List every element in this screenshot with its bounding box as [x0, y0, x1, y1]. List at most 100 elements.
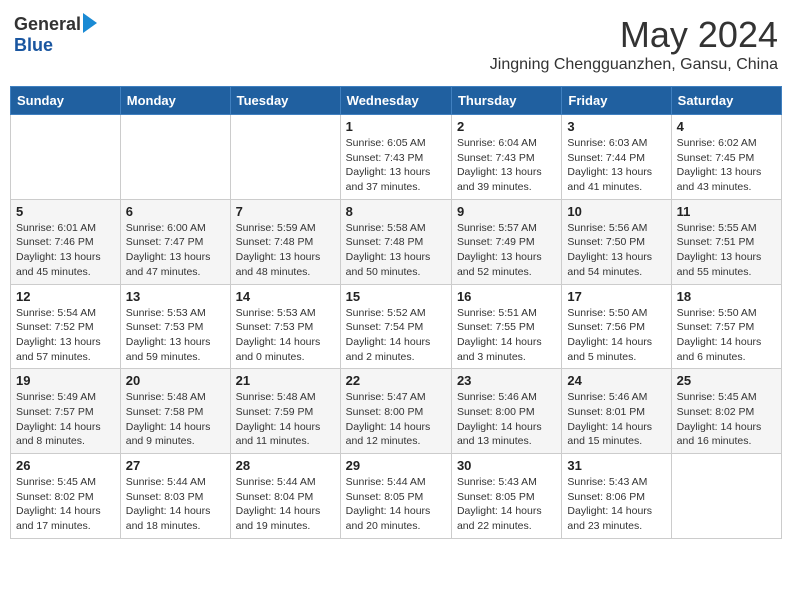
day-number: 18 — [677, 289, 776, 304]
day-number: 3 — [567, 119, 665, 134]
calendar-cell: 9Sunrise: 5:57 AMSunset: 7:49 PMDaylight… — [451, 199, 561, 284]
calendar-cell: 6 Sunrise: 6:00 AMSunset: 7:47 PMDaylight… — [120, 199, 230, 284]
day-info: Sunrise: 5:48 AMSunset: 7:59 PMDaylight:… — [236, 390, 335, 449]
day-number: 17 — [567, 289, 665, 304]
day-info: Sunrise: 5:51 AMSunset: 7:55 PMDaylight:… — [457, 306, 556, 365]
day-number: 2 — [457, 119, 556, 134]
calendar-cell — [11, 115, 121, 200]
weekday-header: Sunday — [11, 87, 121, 115]
calendar-cell: 20Sunrise: 5:48 AMSunset: 7:58 PMDayligh… — [120, 369, 230, 454]
day-number: 24 — [567, 373, 665, 388]
calendar-cell: 1 Sunrise: 6:05 AMSunset: 7:43 PMDaylight… — [340, 115, 451, 200]
calendar-cell — [120, 115, 230, 200]
day-info: Sunrise: 5:44 AMSunset: 8:03 PMDaylight:… — [126, 475, 225, 534]
day-number: 28 — [236, 458, 335, 473]
weekday-header-row: SundayMondayTuesdayWednesdayThursdayFrid… — [11, 87, 782, 115]
calendar-cell: 21 Sunrise: 5:48 AMSunset: 7:59 PMDayligh… — [230, 369, 340, 454]
day-info: Sunrise: 5:44 AMSunset: 8:04 PMDaylight:… — [236, 475, 335, 534]
day-info: Sunrise: 5:52 AMSunset: 7:54 PMDaylight:… — [346, 306, 446, 365]
day-number: 27 — [126, 458, 225, 473]
day-number: 13 — [126, 289, 225, 304]
calendar-cell: 5 Sunrise: 6:01 AMSunset: 7:46 PMDaylight… — [11, 199, 121, 284]
day-info: Sunrise: 5:50 AMSunset: 7:57 PMDaylight:… — [677, 306, 776, 365]
day-info: Sunrise: 5:53 AMSunset: 7:53 PMDaylight:… — [126, 306, 225, 365]
day-info: Sunrise: 6:01 AMSunset: 7:46 PMDaylight:… — [16, 221, 115, 280]
logo-blue-text: Blue — [14, 35, 53, 56]
day-info: Sunrise: 5:54 AMSunset: 7:52 PMDaylight:… — [16, 306, 115, 365]
day-number: 29 — [346, 458, 446, 473]
calendar-cell: 19 Sunrise: 5:49 AMSunset: 7:57 PMDayligh… — [11, 369, 121, 454]
day-number: 1 — [346, 119, 446, 134]
day-number: 7 — [236, 204, 335, 219]
calendar-cell: 26Sunrise: 5:45 AMSunset: 8:02 PMDayligh… — [11, 454, 121, 539]
day-info: Sunrise: 5:57 AMSunset: 7:49 PMDaylight:… — [457, 221, 556, 280]
day-info: Sunrise: 5:45 AMSunset: 8:02 PMDaylight:… — [16, 475, 115, 534]
day-number: 15 — [346, 289, 446, 304]
calendar-cell: 17 Sunrise: 5:50 AMSunset: 7:56 PMDayligh… — [562, 284, 671, 369]
weekday-header: Wednesday — [340, 87, 451, 115]
day-number: 20 — [126, 373, 225, 388]
calendar-cell: 24 Sunrise: 5:46 AMSunset: 8:01 PMDayligh… — [562, 369, 671, 454]
calendar-cell — [230, 115, 340, 200]
day-info: Sunrise: 5:45 AMSunset: 8:02 PMDaylight:… — [677, 390, 776, 449]
calendar-cell: 4 Sunrise: 6:02 AMSunset: 7:45 PMDaylight… — [671, 115, 781, 200]
logo: General Blue — [14, 14, 97, 56]
day-number: 11 — [677, 204, 776, 219]
calendar-cell: 22 Sunrise: 5:47 AMSunset: 8:00 PMDayligh… — [340, 369, 451, 454]
calendar-week-row: 12 Sunrise: 5:54 AMSunset: 7:52 PMDayligh… — [11, 284, 782, 369]
calendar-cell: 23Sunrise: 5:46 AMSunset: 8:00 PMDayligh… — [451, 369, 561, 454]
weekday-header: Saturday — [671, 87, 781, 115]
day-info: Sunrise: 6:02 AMSunset: 7:45 PMDaylight:… — [677, 136, 776, 195]
location-subtitle: Jingning Chengguanzhen, Gansu, China — [490, 56, 778, 74]
day-info: Sunrise: 5:58 AMSunset: 7:48 PMDaylight:… — [346, 221, 446, 280]
day-number: 30 — [457, 458, 556, 473]
day-number: 4 — [677, 119, 776, 134]
day-info: Sunrise: 5:55 AMSunset: 7:51 PMDaylight:… — [677, 221, 776, 280]
day-number: 10 — [567, 204, 665, 219]
day-info: Sunrise: 6:00 AMSunset: 7:47 PMDaylight:… — [126, 221, 225, 280]
day-info: Sunrise: 5:43 AMSunset: 8:06 PMDaylight:… — [567, 475, 665, 534]
month-title: May 2024 — [490, 14, 778, 56]
calendar-cell: 15 Sunrise: 5:52 AMSunset: 7:54 PMDayligh… — [340, 284, 451, 369]
day-number: 8 — [346, 204, 446, 219]
weekday-header: Monday — [120, 87, 230, 115]
calendar-cell: 8 Sunrise: 5:58 AMSunset: 7:48 PMDaylight… — [340, 199, 451, 284]
calendar-cell: 28 Sunrise: 5:44 AMSunset: 8:04 PMDayligh… — [230, 454, 340, 539]
day-number: 14 — [236, 289, 335, 304]
day-number: 5 — [16, 204, 115, 219]
day-info: Sunrise: 5:46 AMSunset: 8:01 PMDaylight:… — [567, 390, 665, 449]
logo-arrow-icon — [83, 13, 97, 33]
day-info: Sunrise: 6:05 AMSunset: 7:43 PMDaylight:… — [346, 136, 446, 195]
weekday-header: Thursday — [451, 87, 561, 115]
day-info: Sunrise: 5:50 AMSunset: 7:56 PMDaylight:… — [567, 306, 665, 365]
calendar-cell: 7Sunrise: 5:59 AMSunset: 7:48 PMDaylight… — [230, 199, 340, 284]
day-number: 12 — [16, 289, 115, 304]
day-number: 22 — [346, 373, 446, 388]
day-info: Sunrise: 6:03 AMSunset: 7:44 PMDaylight:… — [567, 136, 665, 195]
day-info: Sunrise: 5:49 AMSunset: 7:57 PMDaylight:… — [16, 390, 115, 449]
calendar-table: SundayMondayTuesdayWednesdayThursdayFrid… — [10, 86, 782, 539]
calendar-cell: 27 Sunrise: 5:44 AMSunset: 8:03 PMDayligh… — [120, 454, 230, 539]
day-number: 6 — [126, 204, 225, 219]
calendar-week-row: 19 Sunrise: 5:49 AMSunset: 7:57 PMDayligh… — [11, 369, 782, 454]
day-number: 16 — [457, 289, 556, 304]
day-info: Sunrise: 5:47 AMSunset: 8:00 PMDaylight:… — [346, 390, 446, 449]
calendar-cell: 30 Sunrise: 5:43 AMSunset: 8:05 PMDayligh… — [451, 454, 561, 539]
day-number: 31 — [567, 458, 665, 473]
day-info: Sunrise: 5:43 AMSunset: 8:05 PMDaylight:… — [457, 475, 556, 534]
day-info: Sunrise: 5:44 AMSunset: 8:05 PMDaylight:… — [346, 475, 446, 534]
weekday-header: Tuesday — [230, 87, 340, 115]
logo-general-text: General — [14, 14, 81, 35]
title-section: May 2024 Jingning Chengguanzhen, Gansu, … — [490, 14, 778, 74]
day-number: 19 — [16, 373, 115, 388]
calendar-cell: 29 Sunrise: 5:44 AMSunset: 8:05 PMDayligh… — [340, 454, 451, 539]
calendar-cell: 25Sunrise: 5:45 AMSunset: 8:02 PMDayligh… — [671, 369, 781, 454]
day-number: 21 — [236, 373, 335, 388]
calendar-week-row: 5 Sunrise: 6:01 AMSunset: 7:46 PMDaylight… — [11, 199, 782, 284]
calendar-cell — [671, 454, 781, 539]
calendar-cell: 31 Sunrise: 5:43 AMSunset: 8:06 PMDayligh… — [562, 454, 671, 539]
calendar-cell: 18 Sunrise: 5:50 AMSunset: 7:57 PMDayligh… — [671, 284, 781, 369]
calendar-week-row: 26Sunrise: 5:45 AMSunset: 8:02 PMDayligh… — [11, 454, 782, 539]
day-info: Sunrise: 5:53 AMSunset: 7:53 PMDaylight:… — [236, 306, 335, 365]
calendar-cell: 14 Sunrise: 5:53 AMSunset: 7:53 PMDayligh… — [230, 284, 340, 369]
